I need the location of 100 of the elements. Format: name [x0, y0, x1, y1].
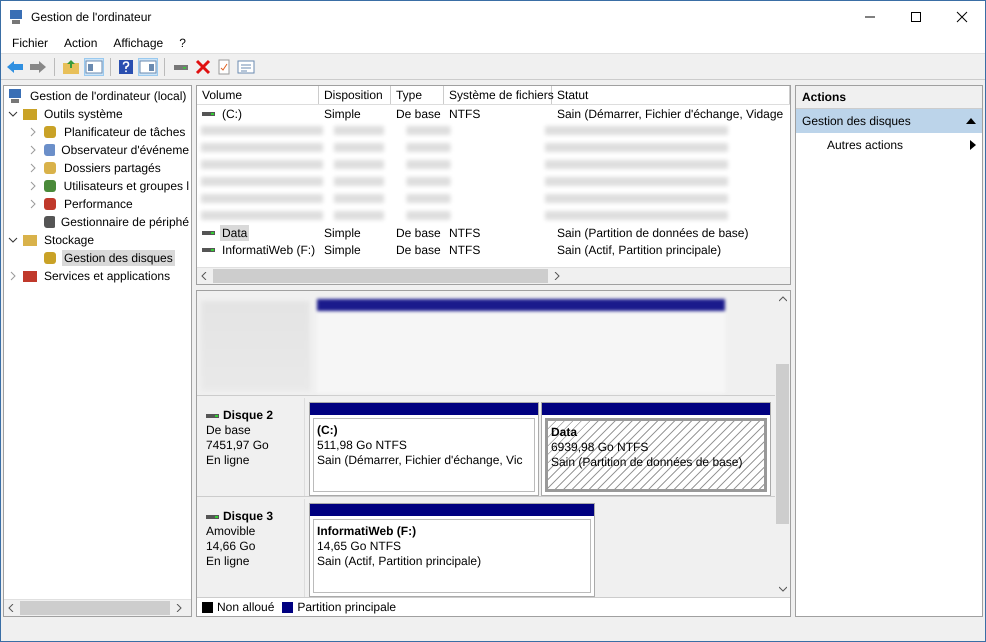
actions-section[interactable]: Gestion des disques: [796, 109, 982, 133]
tree-item[interactable]: Outils système: [42, 106, 125, 122]
partition-status: Sain (Partition de données de base): [551, 455, 744, 470]
chevron-right-icon[interactable]: [28, 181, 38, 191]
tree-item[interactable]: Performance: [62, 196, 135, 212]
legend-label: Partition principale: [297, 600, 396, 614]
partition-size: 14,65 Go NTFS: [317, 539, 402, 554]
disk-name: Disque 2: [223, 408, 274, 423]
table-cell-text: Simple: [323, 106, 362, 120]
menu-item[interactable]: Action: [64, 36, 98, 50]
panel-icon[interactable]: [139, 58, 157, 74]
column-header[interactable]: Système de fichiers: [444, 86, 552, 104]
partition-block[interactable]: InformatiWeb (F:) 14,65 Go NTFS Sain (Actif, Partition principale): [309, 503, 595, 597]
forward-arrow-icon[interactable]: [29, 58, 47, 74]
chevron-right-icon[interactable]: [8, 271, 18, 281]
chevron-right-icon[interactable]: [28, 145, 38, 155]
legend-label: Non alloué: [217, 600, 274, 614]
actions-header: Actions: [796, 86, 982, 109]
horizontal-scrollbar[interactable]: [4, 599, 191, 616]
menu-item[interactable]: ?: [179, 36, 186, 50]
table-cell[interactable]: Data: [220, 224, 250, 240]
column-header[interactable]: Type: [391, 86, 444, 104]
scroll-right-icon[interactable]: [175, 604, 183, 612]
chevron-down-icon[interactable]: [8, 235, 18, 245]
partition-block[interactable]: (C:) 511,98 Go NTFS Sain (Démarrer, Fichier d'échange, Vic: [309, 402, 539, 496]
action-item[interactable]: Autres actions: [796, 133, 982, 157]
table-cell-text: Sain (Démarrer, Fichier d'échange, Vidage: [556, 106, 784, 120]
table-cell-text: De base: [395, 106, 442, 120]
horizontal-scrollbar[interactable]: [197, 267, 790, 284]
tree-item[interactable]: Observateur d'événeme: [59, 142, 191, 158]
submenu-arrow-icon: [970, 140, 976, 150]
chevron-right-icon[interactable]: [28, 199, 38, 209]
partition-name: (C:): [317, 423, 339, 438]
chevron-right-icon[interactable]: [28, 127, 38, 137]
folder-icon: [22, 268, 38, 284]
folder-icon: [22, 106, 38, 122]
table-cell-text: Simple: [323, 242, 362, 256]
disk-type: Amovible: [206, 524, 256, 539]
tree-item[interactable]: Services et applications: [42, 268, 172, 284]
tree-item[interactable]: Utilisateurs et groupes l: [62, 178, 191, 194]
menu-item[interactable]: Affichage: [113, 36, 164, 50]
computer-icon: [8, 88, 24, 104]
scroll-right-icon[interactable]: [553, 272, 561, 280]
column-header[interactable]: Disposition: [319, 86, 391, 104]
computer-icon: [9, 8, 25, 24]
drive-icon: [202, 110, 216, 118]
partition-status: Sain (Actif, Partition principale): [317, 554, 482, 569]
tree-item[interactable]: Stockage: [42, 232, 96, 248]
table-cell-text: De base: [395, 242, 442, 256]
chevron-down-icon[interactable]: [8, 109, 18, 119]
back-arrow-icon[interactable]: [6, 58, 24, 74]
scroll-left-icon[interactable]: [7, 604, 15, 612]
maximize-icon: [910, 10, 922, 22]
table-cell-text: NTFS: [448, 226, 482, 240]
chevron-right-icon[interactable]: [28, 163, 38, 173]
tree-item[interactable]: Gestionnaire de périphé: [58, 214, 191, 230]
table-cell-text: Sain (Actif, Partition principale): [556, 242, 722, 256]
list-icon[interactable]: [237, 58, 255, 74]
scroll-up-icon[interactable]: [778, 295, 786, 303]
collapse-triangle-icon: [966, 118, 976, 124]
delete-icon[interactable]: [195, 58, 211, 74]
partition-name: InformatiWeb (F:): [317, 524, 418, 539]
partition-name: Data: [551, 425, 578, 440]
tool-icon: [42, 196, 58, 212]
table-cell-text: NTFS: [448, 242, 482, 256]
tree-item[interactable]: Gestion des disques: [62, 250, 175, 266]
tool-icon: [42, 142, 56, 158]
partition-status: Sain (Démarrer, Fichier d'échange, Vic: [317, 453, 524, 468]
partition-size: 511,98 Go NTFS: [317, 438, 408, 453]
checklist-icon[interactable]: [216, 58, 232, 74]
drive-icon: [206, 512, 220, 520]
table-cell-text: Sain (Partition de données de base): [556, 226, 750, 240]
partition-size: 6939,98 Go NTFS: [551, 440, 650, 455]
table-cell[interactable]: (C:): [220, 106, 244, 122]
close-icon: [956, 10, 968, 22]
scroll-left-icon[interactable]: [200, 272, 208, 280]
panel-icon[interactable]: [85, 58, 103, 74]
tree-item[interactable]: Dossiers partagés: [62, 160, 163, 176]
column-header[interactable]: Volume: [197, 86, 319, 104]
tree-item[interactable]: Planificateur de tâches: [62, 124, 188, 140]
disk-size: 7451,97 Go: [206, 438, 270, 453]
disk-state: En ligne: [206, 554, 250, 569]
table-cell[interactable]: InformatiWeb (F:): [220, 242, 318, 258]
drive-icon: [202, 246, 216, 254]
column-header[interactable]: Statut: [552, 86, 790, 104]
folder-up-icon[interactable]: [62, 58, 80, 74]
table-cell-text: Simple: [323, 226, 362, 240]
tool-icon: [42, 178, 58, 194]
drive-icon: [206, 412, 220, 420]
folder-icon: [22, 232, 38, 248]
scroll-down-icon[interactable]: [778, 585, 786, 593]
help-icon[interactable]: [118, 58, 134, 74]
disk-type: De base: [206, 423, 252, 438]
partition-block[interactable]: Data 6939,98 Go NTFS Sain (Partition de données de base): [541, 402, 771, 496]
tool-icon: [42, 124, 58, 140]
tool-icon: [42, 250, 58, 266]
tree-item[interactable]: Gestion de l'ordinateur (local): [28, 88, 188, 104]
menu-item[interactable]: Fichier: [12, 36, 48, 50]
disk-state: En ligne: [206, 453, 250, 468]
disk-size: 14,66 Go: [206, 539, 256, 554]
